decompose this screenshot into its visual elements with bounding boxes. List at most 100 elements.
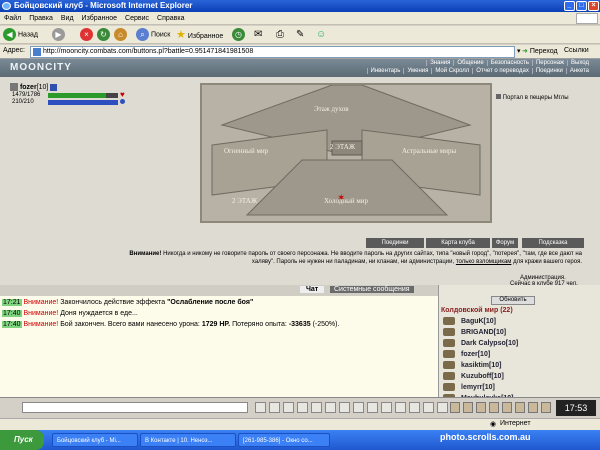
tab-system[interactable]: Системные сообщения: [330, 286, 414, 293]
player-list-item[interactable]: lemyrr[10]: [461, 383, 495, 392]
menu-help[interactable]: Справка: [153, 12, 188, 25]
nav-profile[interactable]: Анкета: [565, 68, 592, 74]
menu-file[interactable]: Файл: [0, 12, 25, 25]
map-label-floor2-bottom[interactable]: 2 ЭТАЖ: [232, 197, 257, 205]
quick-action-icon[interactable]: [476, 402, 486, 413]
task-chat-window[interactable]: [261-985-386] - Окно со...: [238, 433, 330, 447]
command-icon[interactable]: [437, 402, 448, 413]
menu-favorites[interactable]: Избранное: [78, 12, 121, 25]
stop-button[interactable]: ×: [80, 28, 93, 42]
command-icon[interactable]: [395, 402, 406, 413]
map-label-cold[interactable]: Холодный мир: [324, 197, 368, 205]
links-button[interactable]: Ссылки: [564, 47, 589, 54]
nav-transfers[interactable]: Отчет о переводах: [472, 68, 532, 74]
task-fightclub[interactable]: Бойцовский клуб - Mi...: [52, 433, 138, 447]
player-list-item[interactable]: Dark Calypso[10]: [461, 339, 518, 348]
go-button[interactable]: ➜ Переход: [522, 46, 558, 58]
quick-action-icon[interactable]: [541, 402, 551, 413]
club-map-button[interactable]: Карта клуба: [426, 238, 490, 248]
forum-button[interactable]: Форум: [492, 238, 518, 248]
club-map[interactable]: ✶ Этаж духов Огненный мир 2 ЭТАЖ Астраль…: [200, 83, 492, 223]
player-avatar-icon[interactable]: [443, 317, 455, 325]
page-content: MOONCITY Знания Общение Безопасность Персон…: [0, 59, 600, 398]
quick-action-icon[interactable]: [515, 402, 525, 413]
nav-security[interactable]: Безопасность: [486, 60, 532, 66]
edit-button[interactable]: ✎: [296, 28, 304, 42]
menu-view[interactable]: Вид: [57, 12, 78, 25]
star-icon: ★: [176, 29, 186, 41]
command-icon[interactable]: [325, 402, 336, 413]
command-icon[interactable]: [269, 402, 280, 413]
map-label-astral[interactable]: Астральные миры: [402, 147, 456, 155]
nav-character[interactable]: Персонаж: [531, 60, 567, 66]
player-name-row[interactable]: fozer[10]: [10, 83, 58, 91]
player-avatar-icon[interactable]: [443, 328, 455, 336]
command-icon[interactable]: [311, 402, 322, 413]
close-button[interactable]: ×: [588, 1, 599, 11]
back-button[interactable]: ◀ Назад: [3, 28, 38, 42]
player-avatar-icon[interactable]: [443, 350, 455, 358]
mail-button[interactable]: ✉: [254, 28, 262, 42]
quick-action-icon[interactable]: [450, 402, 460, 413]
maximize-button[interactable]: □: [576, 1, 587, 11]
quick-action-icon[interactable]: [502, 402, 512, 413]
player-avatar-icon[interactable]: [443, 361, 455, 369]
command-icon[interactable]: [409, 402, 420, 413]
quick-action-icon[interactable]: [489, 402, 499, 413]
map-label-spirits[interactable]: Этаж духов: [314, 105, 349, 113]
refresh-button[interactable]: ↻: [97, 28, 110, 42]
home-button[interactable]: ⌂: [114, 28, 127, 42]
history-icon: ◷: [232, 28, 245, 41]
nav-fights[interactable]: Поединки: [531, 68, 566, 74]
command-icon[interactable]: [423, 402, 434, 413]
player-list-item[interactable]: BaguK[10]: [461, 317, 496, 326]
favorites-button[interactable]: ★ Избранное: [176, 28, 223, 42]
nav-knowledge[interactable]: Знания: [426, 60, 453, 66]
messenger-button[interactable]: ☺: [316, 28, 326, 42]
fights-button[interactable]: Поединки: [366, 238, 424, 248]
refresh-button[interactable]: Обновить: [491, 296, 535, 305]
home-icon: ⌂: [114, 28, 127, 41]
nav-exit[interactable]: Выход: [567, 60, 592, 66]
quick-action-icon[interactable]: [528, 402, 538, 413]
chat-input[interactable]: [22, 402, 248, 413]
player-list-item[interactable]: Kuzuboff[10]: [461, 372, 504, 381]
player-avatar-icon[interactable]: [443, 383, 455, 391]
command-icon[interactable]: [339, 402, 350, 413]
history-button[interactable]: ◷: [232, 28, 245, 42]
forward-button[interactable]: ▶: [52, 28, 65, 42]
player-avatar-icon[interactable]: [443, 339, 455, 347]
command-icon[interactable]: [297, 402, 308, 413]
nav-skills[interactable]: Умения: [403, 68, 431, 74]
command-icon[interactable]: [353, 402, 364, 413]
dropdown-icon[interactable]: ▾: [517, 47, 521, 55]
player-list-item[interactable]: kasiktim[10]: [461, 361, 501, 370]
nav-communication[interactable]: Общение: [453, 60, 486, 66]
menu-tools[interactable]: Сервис: [121, 12, 153, 25]
player-avatar-icon[interactable]: [443, 372, 455, 380]
player-list-item[interactable]: fozer[10]: [461, 350, 490, 359]
command-icon[interactable]: [255, 402, 266, 413]
command-icon[interactable]: [283, 402, 294, 413]
search-button[interactable]: ⌕ Поиск: [136, 28, 170, 42]
warning-link[interactable]: только взломщикам: [456, 259, 512, 265]
address-input[interactable]: http://mooncity.combats.com/buttons.pl?b…: [30, 46, 515, 58]
nav-scroll[interactable]: Мой Скролл: [431, 68, 472, 74]
info-icon[interactable]: [50, 83, 58, 91]
print-button[interactable]: ⎙: [276, 28, 284, 42]
minimize-button[interactable]: _: [564, 1, 575, 11]
online-players-panel: Обновить Колдовской мир (22) BaguK[10] BR…: [438, 285, 600, 398]
task-vkontakte[interactable]: В Контакте | 10. Неноз...: [140, 433, 236, 447]
start-button[interactable]: Пуск: [0, 430, 44, 450]
command-icon[interactable]: [367, 402, 378, 413]
map-label-fire[interactable]: Огненный мир: [224, 147, 268, 155]
tab-chat[interactable]: Чат: [300, 286, 325, 293]
command-icon[interactable]: [381, 402, 392, 413]
quick-action-icon[interactable]: [463, 402, 473, 413]
map-label-floor2[interactable]: 2 ЭТАЖ: [330, 143, 355, 151]
portal-link[interactable]: Портал в пещеры Мглы: [496, 94, 569, 101]
hint-button[interactable]: Подсказка: [522, 238, 584, 248]
menu-edit[interactable]: Правка: [25, 12, 57, 25]
nav-inventory[interactable]: Инвентарь: [366, 68, 404, 74]
player-list-item[interactable]: BRIGAND[10]: [461, 328, 506, 337]
